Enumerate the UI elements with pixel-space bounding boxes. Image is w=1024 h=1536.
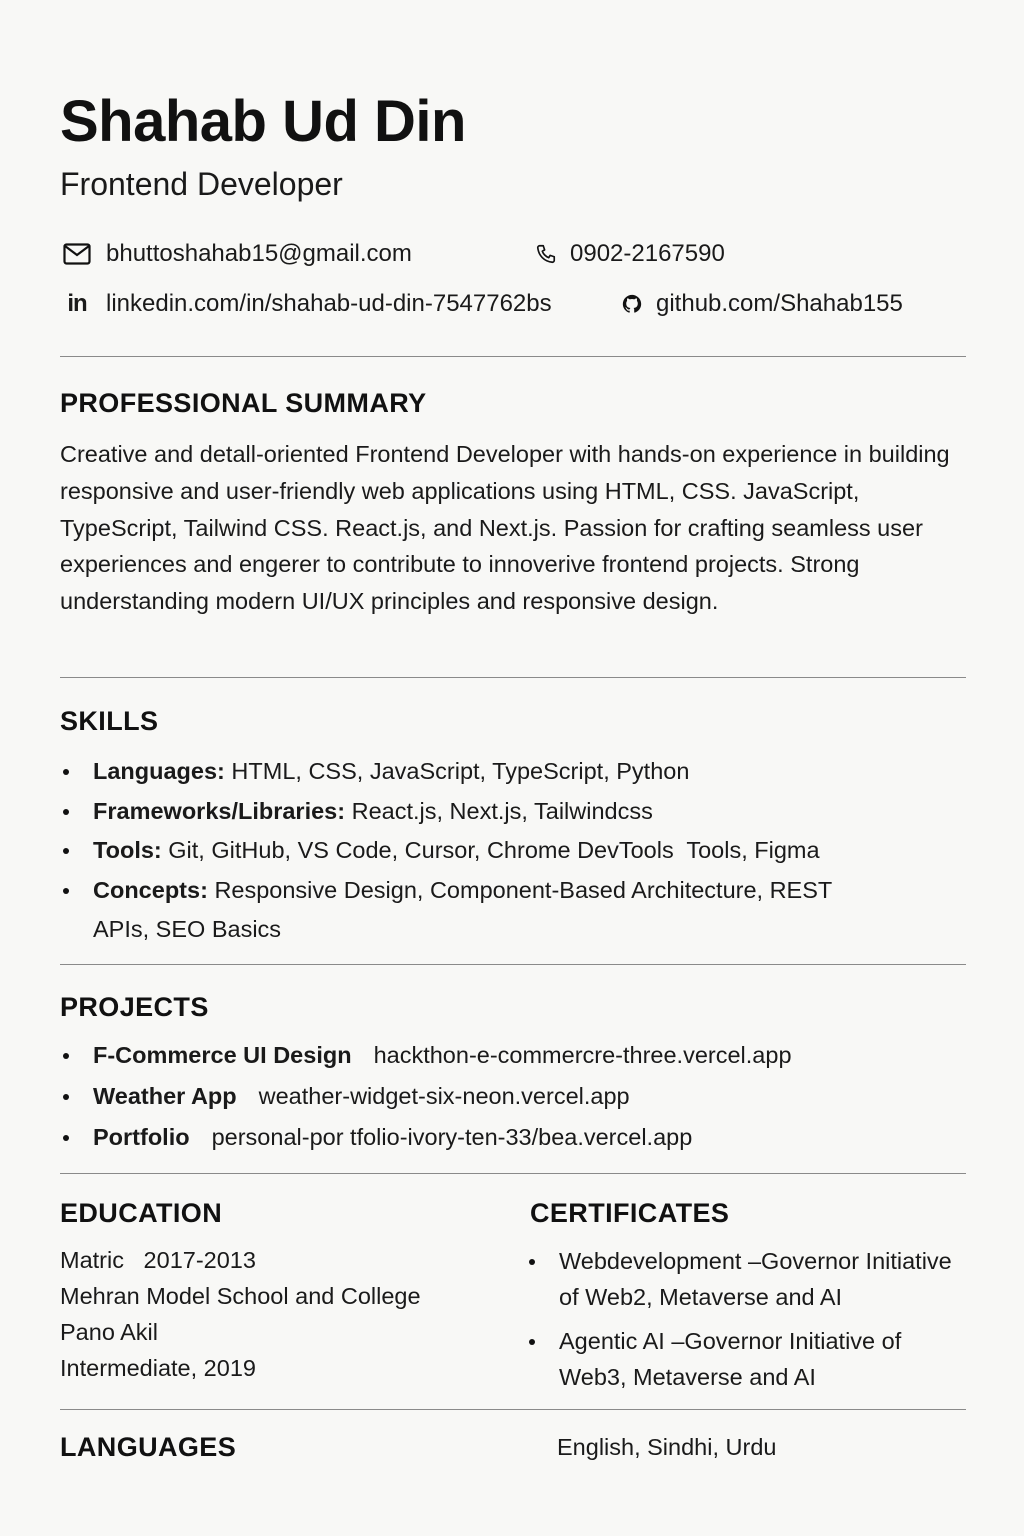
certificate-line: Webdevelopment –Governor Initiative (559, 1248, 952, 1274)
certificates-heading: CERTIFICATES (530, 1198, 730, 1228)
education-line: Matric 2017-2013 (60, 1247, 256, 1273)
skill-value-continued: APIs, SEO Basics (93, 916, 282, 942)
contact-email[interactable]: bhuttoshahab15@gmail.com (62, 240, 412, 268)
education-line: Intermediate, 2019 (60, 1355, 256, 1381)
languages-heading: LANGUAGES (60, 1432, 237, 1462)
certificate-item: Webdevelopment –Governor Initiative of We… (526, 1243, 996, 1315)
project-name: F-Commerce UI Design (93, 1042, 352, 1068)
skills-list: Languages: HTML, CSS, JavaScript, TypeSc… (60, 752, 970, 950)
project-link[interactable]: hackthon-e-commercre-three.vercel.app (374, 1042, 792, 1068)
project-item: F-Commerce UI Design hackthon-e-commercre… (60, 1035, 970, 1076)
certificates-list: Webdevelopment –Governor Initiative of We… (526, 1243, 996, 1403)
skill-label: Concepts: (93, 876, 208, 903)
project-name: Portfolio (93, 1124, 190, 1150)
skill-value: Git, GitHub, VS Code, Cursor, Chrome Dev… (168, 837, 820, 863)
education-block: Matric 2017-2013 Mehran Model School and… (60, 1242, 421, 1386)
skill-label: Languages: (93, 758, 225, 784)
skill-item-tools: Tools: Git, GitHub, VS Code, Cursor, Chr… (60, 831, 970, 871)
skills-heading: SKILLS (60, 706, 159, 736)
certificate-item: Agentic AI –Governor Initiative of Web3, … (526, 1323, 996, 1395)
divider (60, 356, 966, 357)
email-text: bhuttoshahab15@gmail.com (106, 240, 412, 267)
summary-text: Creative and detall-oriented Frontend De… (60, 441, 950, 615)
contact-linkedin[interactable]: in linkedin.com/in/shahab-ud-din-7547762… (62, 290, 552, 318)
project-link[interactable]: weather-widget-six-neon.vercel.app (259, 1083, 630, 1109)
projects-list: F-Commerce UI Design hackthon-e-commercre… (60, 1035, 970, 1158)
skill-label: Frameworks/Libraries: (93, 797, 346, 824)
linkedin-text: linkedin.com/in/shahab-ud-din-7547762bs (106, 290, 552, 317)
github-icon (620, 293, 644, 315)
divider (60, 677, 966, 678)
languages-value: English, Sindhi, Urdu (557, 1434, 777, 1460)
skill-label: Tools: (93, 837, 162, 863)
job-title: Frontend Developer (60, 166, 343, 202)
skill-item-concepts: Concepts: Responsive Design, Component-B… (60, 871, 970, 950)
education-line: Pano Akil (60, 1319, 158, 1345)
education-line: Mehran Model School and College (60, 1283, 421, 1309)
project-item: Portfolio personal-por tfolio-ivory-ten-3… (60, 1117, 970, 1158)
skill-value: Responsive Design, Component-Based Archi… (214, 876, 833, 903)
contact-github[interactable]: github.com/Shahab155 (620, 290, 903, 318)
contact-phone[interactable]: 0902-2167590 (534, 240, 725, 268)
education-heading: EDUCATION (60, 1198, 223, 1228)
divider (60, 964, 966, 965)
phone-icon (534, 243, 558, 265)
certificate-line: of Web2, Metaverse and AI (559, 1284, 843, 1310)
resume-page: Shahab Ud Din Frontend Developer bhuttos… (0, 0, 1024, 1536)
candidate-name: Shahab Ud Din (60, 89, 466, 154)
project-link[interactable]: personal-por tfolio-ivory-ten-33/bea.ver… (212, 1124, 693, 1150)
projects-heading: PROJECTS (60, 992, 209, 1022)
phone-text: 0902-2167590 (570, 240, 725, 267)
skill-value: HTML, CSS, JavaScript, TypeScript, Pytho… (231, 758, 690, 784)
summary-heading: PROFESSIONAL SUMMARY (60, 388, 427, 418)
project-name: Weather App (93, 1083, 237, 1109)
project-item: Weather App weather-widget-six-neon.verce… (60, 1076, 970, 1117)
mail-icon (62, 243, 92, 265)
skill-value: React.js, Next.js, Tailwindcss (351, 797, 653, 824)
github-text: github.com/Shahab155 (656, 290, 903, 317)
divider (60, 1173, 966, 1174)
divider (60, 1409, 966, 1410)
skill-item-languages: Languages: HTML, CSS, JavaScript, TypeSc… (60, 752, 970, 792)
certificate-line: Agentic AI –Governor Initiative of (559, 1328, 902, 1354)
certificate-line: Web3, Metaverse and AI (559, 1364, 816, 1390)
skill-item-frameworks: Frameworks/Libraries: React.js, Next.js,… (60, 792, 970, 832)
linkedin-icon: in (67, 290, 87, 317)
